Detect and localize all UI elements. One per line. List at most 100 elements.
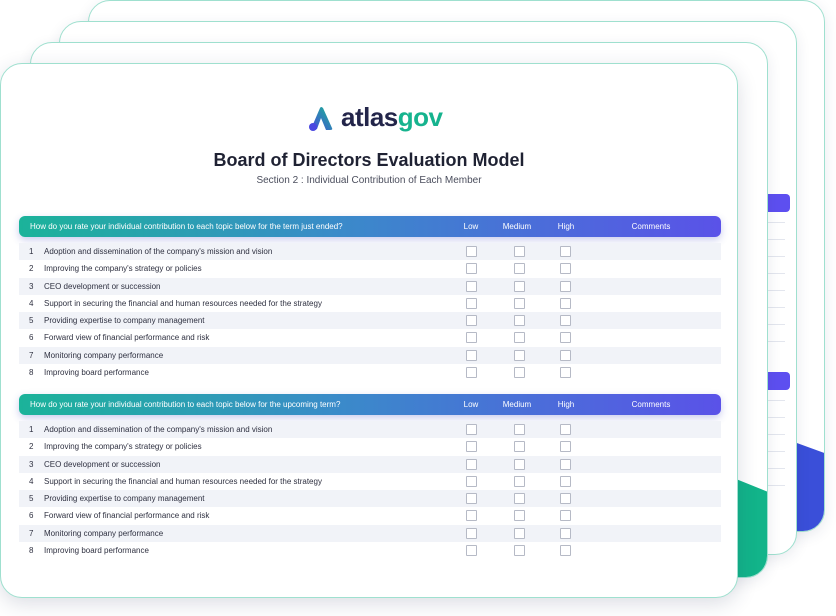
page-subtitle: Section 2 : Individual Contribution of E…: [256, 175, 482, 186]
low-checkbox[interactable]: [466, 246, 477, 257]
medium-checkbox[interactable]: [514, 493, 525, 505]
table-row: 3 CEO development or succession: [19, 277, 721, 295]
rating-table-upcoming-term: How do you rate your individual contribu…: [19, 394, 721, 559]
low-checkbox[interactable]: [466, 510, 477, 522]
row-topic: Adoption and dissemination of the compan…: [44, 425, 273, 434]
high-checkbox[interactable]: [560, 349, 571, 361]
page-title: Board of Directors Evaluation Model: [213, 150, 525, 170]
row-number: 6: [29, 511, 34, 521]
ghost-row-lines: [765, 400, 785, 502]
medium-checkbox[interactable]: [514, 332, 525, 344]
medium-checkbox[interactable]: [514, 475, 525, 487]
low-checkbox[interactable]: [466, 458, 477, 470]
atlasgov-logo-icon: [309, 106, 333, 131]
row-topic: Monitoring company performance: [44, 350, 164, 360]
low-checkbox[interactable]: [466, 367, 477, 379]
low-checkbox[interactable]: [466, 441, 477, 453]
column-high: High: [557, 400, 575, 409]
high-checkbox[interactable]: [560, 441, 571, 453]
row-number: 1: [29, 247, 34, 256]
medium-checkbox[interactable]: [514, 246, 525, 257]
low-checkbox[interactable]: [466, 475, 477, 487]
table-row: 7 Monitoring company performance: [19, 346, 721, 365]
row-number: 4: [29, 476, 34, 486]
high-checkbox[interactable]: [560, 297, 571, 309]
medium-checkbox[interactable]: [514, 315, 525, 327]
row-topic: CEO development or succession: [44, 281, 161, 291]
high-checkbox[interactable]: [560, 263, 571, 275]
row-number: 3: [29, 459, 34, 469]
table-row: 8 Improving board performance: [19, 542, 721, 559]
low-checkbox[interactable]: [466, 424, 477, 435]
table-row: 5 Providing expertise to company manageme…: [19, 490, 721, 508]
table-row: 2 Improving the company's strategy or pol…: [19, 438, 721, 455]
medium-checkbox[interactable]: [514, 458, 525, 470]
medium-checkbox[interactable]: [514, 367, 525, 379]
row-topic: Improving board performance: [44, 368, 149, 378]
medium-checkbox[interactable]: [514, 441, 525, 453]
table-row: 4 Support in securing the financial and h…: [19, 473, 721, 490]
low-checkbox[interactable]: [466, 315, 477, 327]
row-number: 5: [29, 316, 34, 326]
medium-checkbox[interactable]: [514, 263, 525, 275]
low-checkbox[interactable]: [466, 263, 477, 275]
table-body: 1 Adoption and dissemination of the compa…: [19, 421, 721, 559]
high-checkbox[interactable]: [560, 510, 571, 522]
table-row: 1 Adoption and dissemination of the compa…: [19, 421, 721, 439]
rating-table-past-term: How do you rate your individual contribu…: [19, 216, 721, 381]
column-high: High: [557, 222, 575, 231]
low-checkbox[interactable]: [466, 332, 477, 344]
table-row: 5 Providing expertise to company manageme…: [19, 312, 721, 330]
ghost-row-lines: [765, 222, 785, 358]
high-checkbox[interactable]: [560, 280, 571, 292]
high-checkbox[interactable]: [560, 424, 571, 435]
low-checkbox[interactable]: [466, 527, 477, 539]
table-row: 2 Improving the company's strategy or pol…: [19, 260, 721, 277]
high-checkbox[interactable]: [560, 367, 571, 379]
logo-text-gov: gov: [397, 102, 443, 132]
medium-checkbox[interactable]: [514, 297, 525, 309]
row-topic: Providing expertise to company managemen…: [44, 494, 205, 504]
row-topic: Support in securing the financial and hu…: [44, 476, 322, 486]
question-text: How do you rate your individual contribu…: [30, 222, 343, 231]
high-checkbox[interactable]: [560, 332, 571, 344]
table-row: 6 Forward view of financial performance a…: [19, 329, 721, 346]
medium-checkbox[interactable]: [514, 510, 525, 522]
high-checkbox[interactable]: [560, 475, 571, 487]
row-number: 8: [29, 368, 34, 378]
high-checkbox[interactable]: [560, 527, 571, 539]
row-number: 2: [29, 264, 34, 274]
low-checkbox[interactable]: [466, 349, 477, 361]
table-row: 6 Forward view of financial performance a…: [19, 507, 721, 524]
medium-checkbox[interactable]: [514, 424, 525, 435]
table-body: 1 Adoption and dissemination of the compa…: [19, 243, 721, 381]
medium-checkbox[interactable]: [514, 527, 525, 539]
low-checkbox[interactable]: [466, 280, 477, 292]
high-checkbox[interactable]: [560, 545, 571, 557]
column-medium: Medium: [502, 400, 532, 409]
column-medium: Medium: [502, 222, 532, 231]
row-number: 4: [29, 298, 34, 308]
row-number: 7: [29, 528, 34, 538]
evaluation-form-sheet: atlasgov Board of Directors Evaluation M…: [0, 63, 738, 598]
low-checkbox[interactable]: [466, 493, 477, 505]
medium-checkbox[interactable]: [514, 280, 525, 292]
column-low: Low: [463, 222, 479, 231]
table-row: 3 CEO development or succession: [19, 455, 721, 473]
medium-checkbox[interactable]: [514, 349, 525, 361]
low-checkbox[interactable]: [466, 545, 477, 557]
logo-text-atlas: atlas: [341, 102, 398, 132]
row-topic: Forward view of financial performance an…: [44, 511, 210, 521]
medium-checkbox[interactable]: [514, 545, 525, 557]
high-checkbox[interactable]: [560, 493, 571, 505]
high-checkbox[interactable]: [560, 315, 571, 327]
table-row: 1 Adoption and dissemination of the compa…: [19, 243, 721, 261]
row-number: 5: [29, 494, 34, 504]
high-checkbox[interactable]: [560, 246, 571, 257]
row-number: 3: [29, 281, 34, 291]
table-row: 4 Support in securing the financial and h…: [19, 295, 721, 312]
low-checkbox[interactable]: [466, 297, 477, 309]
high-checkbox[interactable]: [560, 458, 571, 470]
table-header: How do you rate your individual contribu…: [19, 216, 721, 237]
row-topic: Forward view of financial performance an…: [44, 333, 210, 343]
